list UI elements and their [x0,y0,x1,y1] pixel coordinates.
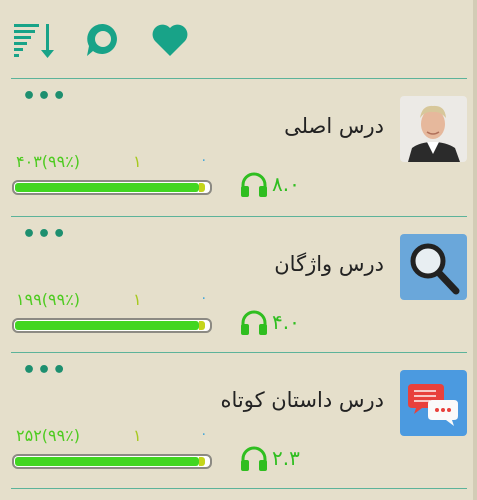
new-count-stat: ۰ [200,152,208,168]
review-count-stat: ۱ [133,290,142,309]
progress-fill [15,183,199,192]
more-options-button[interactable]: ••• [22,84,67,109]
progress-tip [199,457,205,466]
progress-fill [15,457,199,466]
lesson-card-vocabulary[interactable]: ••• درس واژگان ۱۹۹(۹۹٪) ۱ ۰ ۴.۰ [0,218,477,354]
progress-tip [199,321,205,330]
headphones-icon[interactable] [240,172,268,198]
separator [11,78,467,79]
listen-score: ۴.۰ [272,310,300,334]
progress-bar [12,454,212,469]
listen-score: ۲.۳ [272,446,300,470]
word-count-stat: ۴۰۳(۹۹٪) [16,152,81,171]
new-count-stat: ۰ [200,426,208,442]
review-count-stat: ۱ [133,152,142,171]
separator [11,216,467,217]
sort-icon[interactable] [14,20,54,60]
lesson-card-short-story[interactable]: ••• درس داستان کوتاه ۲۵۲(۹۹٪) ۱ ۰ ۲.۳ [0,354,477,490]
lesson-title: درس واژگان [274,252,384,276]
progress-fill [15,321,199,330]
chat-bubbles-thumbnail [400,370,467,436]
chat-bubble-icon[interactable] [83,20,123,60]
heart-icon[interactable] [150,20,190,60]
progress-bar [12,180,212,195]
headphones-icon[interactable] [240,310,268,336]
progress-tip [199,183,205,192]
more-options-button[interactable]: ••• [22,358,67,383]
word-count-stat: ۱۹۹(۹۹٪) [16,290,81,309]
lesson-card-main[interactable]: ••• درس اصلی ۴۰۳(۹۹٪) ۱ ۰ ۸.۰ [0,80,477,216]
word-count-stat: ۲۵۲(۹۹٪) [16,426,81,445]
separator [11,352,467,353]
more-options-button[interactable]: ••• [22,222,67,247]
review-count-stat: ۱ [133,426,142,445]
person-photo-thumbnail [400,96,467,162]
lesson-title: درس داستان کوتاه [220,388,384,412]
progress-bar [12,318,212,333]
headphones-icon[interactable] [240,446,268,472]
new-count-stat: ۰ [200,290,208,306]
magnifier-thumbnail [400,234,467,300]
separator [11,488,467,489]
lesson-title: درس اصلی [284,114,384,138]
listen-score: ۸.۰ [272,172,300,196]
toolbar [0,0,477,78]
